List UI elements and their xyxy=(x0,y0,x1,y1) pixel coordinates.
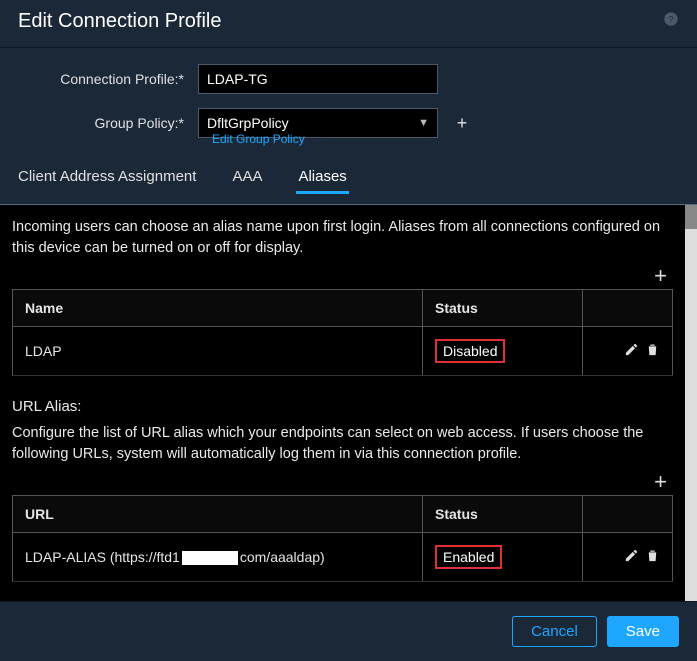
group-policy-label: Group Policy:* xyxy=(18,115,198,131)
url-alias-col-actions xyxy=(583,496,673,533)
edit-icon[interactable] xyxy=(624,342,639,360)
connection-profile-label: Connection Profile:* xyxy=(18,71,198,87)
delete-icon[interactable] xyxy=(645,342,660,360)
alias-status-cell: Disabled xyxy=(423,327,583,376)
status-badge: Disabled xyxy=(435,339,505,363)
url-suffix: com/aaaldap) xyxy=(240,549,325,565)
tab-aliases[interactable]: Aliases xyxy=(298,158,362,204)
chevron-down-icon: ▼ xyxy=(418,117,429,129)
form-area: Connection Profile:* Group Policy:* Dflt… xyxy=(0,48,697,152)
group-policy-value: DfltGrpPolicy xyxy=(207,115,289,131)
edit-group-policy-link[interactable]: Edit Group Policy xyxy=(212,132,679,146)
url-alias-col-url: URL xyxy=(13,496,423,533)
url-alias-status-cell: Enabled xyxy=(423,533,583,582)
tab-client-address-assignment[interactable]: Client Address Assignment xyxy=(18,158,212,204)
status-badge: Enabled xyxy=(435,545,502,569)
aliases-tab-content: Incoming users can choose an alias name … xyxy=(0,205,685,601)
connection-profile-row: Connection Profile:* xyxy=(18,64,679,94)
url-alias-col-status: Status xyxy=(423,496,583,533)
url-alias-toolbar: + xyxy=(12,471,673,495)
connection-profile-input[interactable] xyxy=(198,64,438,94)
cancel-button[interactable]: Cancel xyxy=(512,616,597,647)
url-prefix: LDAP-ALIAS (https://ftd1 xyxy=(25,549,180,565)
tab-bar: Client Address Assignment AAA Aliases xyxy=(0,158,697,205)
aliases-col-name: Name xyxy=(13,290,423,327)
add-group-policy-button[interactable]: + xyxy=(450,111,474,135)
help-icon[interactable]: ? xyxy=(663,11,679,32)
aliases-toolbar: + xyxy=(12,265,673,289)
edit-connection-profile-modal: Edit Connection Profile ? Connection Pro… xyxy=(0,0,697,661)
alias-name-cell: LDAP xyxy=(13,327,423,376)
tab-content-wrap: Incoming users can choose an alias name … xyxy=(0,205,697,601)
edit-icon[interactable] xyxy=(624,548,639,566)
add-alias-button[interactable]: + xyxy=(648,265,673,289)
url-alias-intro-text: Configure the list of URL alias which yo… xyxy=(12,423,673,465)
url-alias-url-cell: LDAP-ALIAS (https://ftd1 com/aaaldap) xyxy=(13,533,423,582)
scrollbar-thumb[interactable] xyxy=(685,205,697,229)
url-alias-heading: URL Alias: xyxy=(12,398,673,415)
modal-header: Edit Connection Profile ? xyxy=(0,0,697,48)
url-alias-actions-cell xyxy=(583,533,673,582)
svg-text:?: ? xyxy=(668,14,673,24)
delete-icon[interactable] xyxy=(645,548,660,566)
save-button[interactable]: Save xyxy=(607,616,679,647)
tab-aaa[interactable]: AAA xyxy=(232,158,278,204)
modal-footer: Cancel Save xyxy=(0,601,697,661)
aliases-intro-text: Incoming users can choose an alias name … xyxy=(12,217,673,259)
alias-actions-cell xyxy=(583,327,673,376)
table-row: LDAP Disabled xyxy=(13,327,673,376)
aliases-col-actions xyxy=(583,290,673,327)
scrollbar[interactable] xyxy=(685,205,697,601)
add-url-alias-button[interactable]: + xyxy=(648,471,673,495)
modal-title: Edit Connection Profile xyxy=(18,10,221,33)
redacted-segment xyxy=(182,551,238,565)
url-alias-table: URL Status LDAP-ALIAS (https://ftd1 com/a… xyxy=(12,495,673,582)
aliases-col-status: Status xyxy=(423,290,583,327)
aliases-table: Name Status LDAP Disabled xyxy=(12,289,673,376)
table-row: LDAP-ALIAS (https://ftd1 com/aaaldap) Ena… xyxy=(13,533,673,582)
